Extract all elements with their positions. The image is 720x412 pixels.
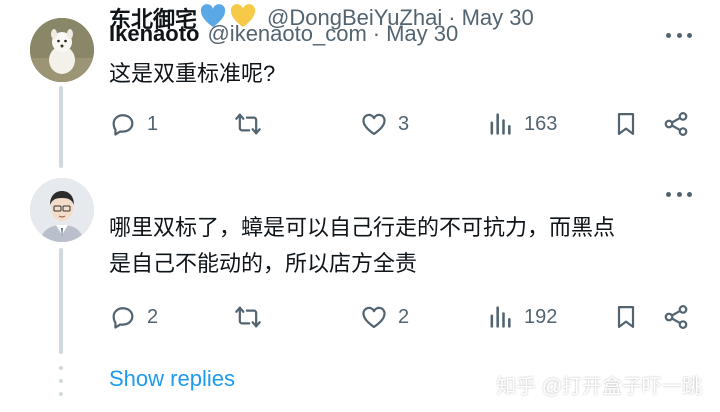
bookmark-icon — [617, 305, 635, 329]
heart-icon — [362, 306, 386, 329]
tweet-text: 哪里双标了，蟑是可以自己行走的不可抗力，而黑点 是自己不能动的，所以店方全责 — [109, 210, 615, 282]
tweet-actions: 2 2 192 — [109, 300, 699, 334]
avatar[interactable] — [30, 178, 94, 242]
bookmark-button[interactable] — [612, 107, 640, 141]
reply-count: 2 — [147, 305, 159, 328]
retweet-icon — [235, 113, 261, 135]
tweet-actions: 1 3 163 — [109, 107, 699, 141]
views-button[interactable]: 163 — [486, 107, 557, 141]
view-count: 192 — [524, 305, 558, 328]
views-button[interactable]: 192 — [486, 300, 557, 334]
display-name[interactable]: 东北御宅 — [109, 2, 197, 34]
avatar[interactable] — [30, 18, 94, 82]
like-count: 2 — [398, 305, 410, 328]
tweet-text-line: 哪里双标了，蟑是可以自己行走的不可抗力，而黑点 — [109, 215, 616, 240]
tweet-text: 这是双重标准呢? — [109, 61, 276, 86]
watermark: 知乎 @打开盒子吓一跳 — [496, 376, 702, 398]
reply-button[interactable]: 1 — [109, 107, 158, 141]
thread-continuation-dots — [59, 366, 63, 396]
heart-icon — [362, 113, 386, 136]
show-replies-link[interactable]: Show replies — [109, 366, 235, 392]
tweet-header: 东北御宅 @DongBeiYuZhai · May 30 — [109, 0, 534, 36]
user-handle[interactable]: @DongBeiYuZhai — [267, 5, 442, 31]
reply-icon — [112, 307, 134, 329]
reply-count: 1 — [147, 112, 159, 135]
views-chart-icon — [490, 306, 511, 328]
like-button[interactable]: 2 — [360, 300, 409, 334]
views-chart-icon — [490, 113, 511, 135]
more-options-icon[interactable] — [666, 30, 692, 40]
separator-dot: · — [448, 5, 456, 30]
view-count: 163 — [524, 112, 558, 135]
bookmark-icon — [617, 112, 635, 136]
tweet-date[interactable]: May 30 — [462, 5, 534, 31]
bookmark-button[interactable] — [612, 300, 640, 334]
share-icon — [664, 305, 688, 329]
thread-line — [59, 248, 63, 354]
retweet-button[interactable] — [234, 107, 272, 141]
retweet-icon — [235, 306, 261, 328]
retweet-button[interactable] — [234, 300, 272, 334]
like-button[interactable]: 3 — [360, 107, 409, 141]
reply-button[interactable]: 2 — [109, 300, 158, 334]
like-count: 3 — [398, 112, 410, 135]
reply-icon — [112, 114, 134, 136]
heart-emoji-icons — [199, 3, 259, 34]
share-button[interactable] — [662, 107, 690, 141]
more-options-icon[interactable] — [666, 189, 692, 199]
tweet-text-line: 是自己不能动的，所以店方全责 — [109, 251, 418, 276]
thread-line — [59, 86, 63, 168]
share-icon — [664, 112, 688, 136]
share-button[interactable] — [662, 300, 690, 334]
